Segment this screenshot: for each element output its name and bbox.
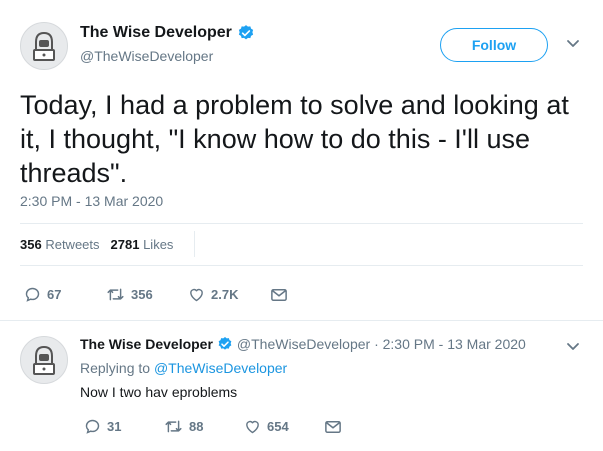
like-count: 654 (267, 419, 289, 434)
replying-to-link[interactable]: @TheWiseDeveloper (154, 360, 287, 376)
reply-author-avatar[interactable] (20, 336, 68, 384)
retweets-stat[interactable]: 356 Retweets (20, 237, 100, 252)
reply-author-name[interactable]: The Wise Developer (80, 336, 213, 352)
hacker-avatar-icon (25, 27, 63, 65)
reply-button[interactable]: 31 (84, 418, 164, 435)
author-avatar[interactable] (20, 22, 68, 70)
envelope-icon (271, 288, 287, 301)
retweet-icon (165, 420, 182, 433)
reply-icon (25, 287, 40, 302)
like-button[interactable]: 2.7K (188, 286, 270, 303)
divider (0, 320, 603, 321)
retweets-count: 356 (20, 237, 42, 252)
tweet-actions: 67 356 2.7K (24, 286, 288, 303)
tweet-timestamp[interactable]: 2:30 PM - 13 Mar 2020 (20, 193, 163, 209)
reply-meta[interactable]: @TheWiseDeveloper · 2:30 PM - 13 Mar 202… (237, 336, 526, 352)
author-handle[interactable]: @TheWiseDeveloper (80, 48, 213, 64)
reply-icon (85, 419, 100, 434)
divider (20, 265, 583, 266)
tweet-text: Today, I had a problem to solve and look… (20, 90, 569, 188)
retweet-button[interactable]: 88 (164, 418, 244, 435)
chevron-down-icon[interactable] (566, 342, 580, 352)
divider (20, 223, 583, 224)
direct-message-button[interactable] (270, 287, 288, 303)
reply-count: 67 (47, 287, 62, 302)
follow-button[interactable]: Follow (440, 28, 548, 62)
likes-count: 2781 (110, 237, 140, 252)
like-button[interactable]: 654 (244, 418, 324, 435)
chevron-down-icon[interactable] (566, 39, 580, 49)
replying-to: Replying to @TheWiseDeveloper (80, 360, 287, 376)
tweet-stats: 356 Retweets 2781 Likes (20, 231, 195, 257)
reply-text: Now I two hav eproblems (80, 384, 238, 400)
reply-actions: 31 88 654 (84, 418, 342, 435)
reply-count: 31 (107, 419, 122, 434)
envelope-icon (325, 420, 341, 433)
reply-button[interactable]: 67 (24, 286, 106, 303)
hacker-avatar-icon (25, 341, 63, 379)
likes-stat[interactable]: 2781 Likes (111, 237, 174, 252)
retweet-count: 356 (131, 287, 153, 302)
stats-separator (194, 231, 195, 257)
direct-message-button[interactable] (324, 419, 342, 435)
likes-label: Likes (143, 237, 174, 252)
author-name-row[interactable]: The Wise Developer (80, 24, 255, 42)
reply-header: The Wise Developer @TheWiseDeveloper · 2… (80, 336, 526, 352)
heart-icon (246, 420, 259, 434)
retweet-count: 88 (189, 419, 204, 434)
retweet-button[interactable]: 356 (106, 286, 188, 303)
replying-prefix: Replying to (80, 360, 151, 376)
verified-badge-icon (217, 336, 233, 352)
verified-badge-icon (237, 24, 255, 42)
like-count: 2.7K (211, 287, 239, 302)
heart-icon (190, 288, 203, 302)
retweet-icon (107, 288, 124, 301)
author-display-name[interactable]: The Wise Developer (80, 24, 232, 42)
retweets-label: Retweets (45, 237, 100, 252)
